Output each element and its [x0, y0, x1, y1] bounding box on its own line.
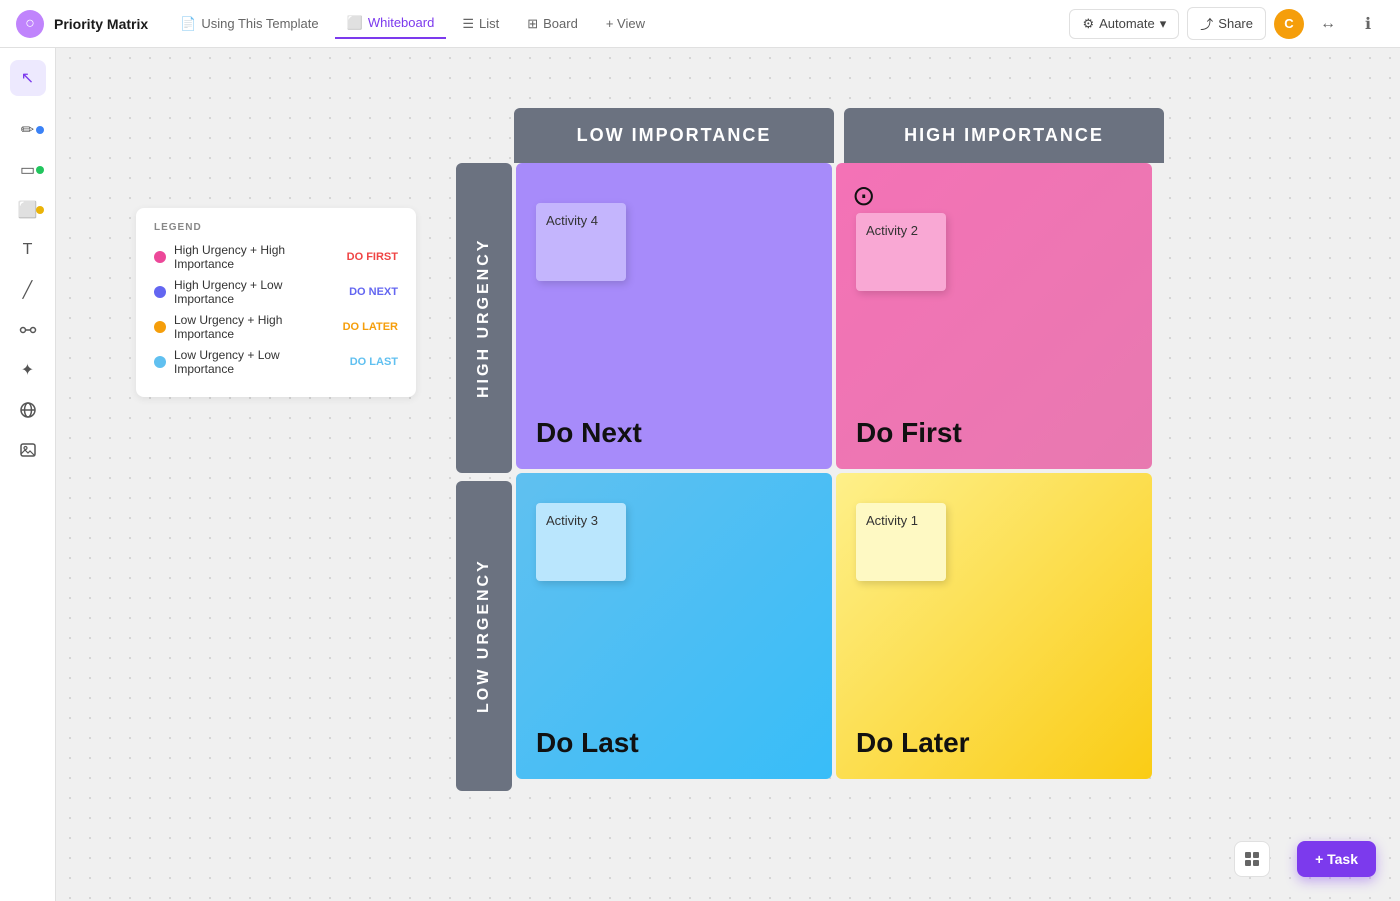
- grid-view-button[interactable]: [1234, 841, 1270, 877]
- shapes-tool[interactable]: ▭: [10, 152, 46, 188]
- tab-whiteboard[interactable]: ⬜ Whiteboard: [335, 9, 447, 39]
- info-button[interactable]: ℹ: [1352, 8, 1384, 40]
- quadrant-do-next[interactable]: Activity 4 Do Next: [516, 163, 832, 469]
- legend-dot-do-last: [154, 356, 166, 368]
- nav-right-actions: ⚙ Automate ▾ ⤴ Share C ↔ ℹ: [1069, 7, 1384, 40]
- left-toolbar: ↖ ✏ ▭ ⬜ T ╱ ✦: [0, 48, 56, 901]
- quadrant-label-do-first: Do First: [856, 417, 962, 449]
- list-icon: ☰: [462, 16, 474, 32]
- tab-list[interactable]: ☰ List: [450, 10, 511, 38]
- connect-tool[interactable]: [10, 312, 46, 348]
- magic-tool[interactable]: ✦: [10, 352, 46, 388]
- sticky-activity4[interactable]: Activity 4: [536, 203, 626, 281]
- sticky-tool[interactable]: ⬜: [10, 192, 46, 228]
- quadrant-label-do-last: Do Last: [536, 727, 639, 759]
- legend-box: LEGEND High Urgency + High Importance DO…: [136, 208, 416, 397]
- legend-dot-do-next: [154, 286, 166, 298]
- avatar[interactable]: C: [1274, 9, 1304, 39]
- image-tool[interactable]: [10, 432, 46, 468]
- quadrant-do-last[interactable]: Activity 3 Do Last: [516, 473, 832, 779]
- add-task-button[interactable]: + Task: [1297, 841, 1376, 877]
- col-header-low-importance: LOW IMPORTANCE: [514, 108, 834, 163]
- line-tool[interactable]: ╱: [10, 272, 46, 308]
- app-logo: ○: [16, 10, 44, 38]
- legend-item-do-later: Low Urgency + High Importance DO LATER: [154, 313, 398, 341]
- sticky-activity2[interactable]: Activity 2: [856, 213, 946, 291]
- project-title: Priority Matrix: [54, 16, 148, 32]
- alert-icon: ⊙: [852, 179, 875, 212]
- whiteboard-icon: ⬜: [347, 15, 363, 31]
- quadrant-do-later[interactable]: Activity 1 Do Later: [836, 473, 1152, 779]
- template-icon: 📄: [180, 16, 196, 32]
- globe-tool[interactable]: [10, 392, 46, 428]
- share-icon: ⤴: [1200, 14, 1213, 33]
- column-headers: LOW IMPORTANCE HIGH IMPORTANCE: [512, 108, 1166, 163]
- chevron-down-icon: ▾: [1160, 16, 1167, 32]
- col-header-high-importance: HIGH IMPORTANCE: [844, 108, 1164, 163]
- sticky-dot: [36, 206, 44, 214]
- quadrant-label-do-next: Do Next: [536, 417, 642, 449]
- canvas[interactable]: LEGEND High Urgency + High Importance DO…: [56, 48, 1400, 901]
- sticky-activity1[interactable]: Activity 1: [856, 503, 946, 581]
- quadrants: Activity 4 Do Next ⊙ Activity 2 Do First: [516, 163, 1152, 795]
- top-quadrant-row: Activity 4 Do Next ⊙ Activity 2 Do First: [516, 163, 1152, 469]
- row-labels: HIGH URGENCY LOW URGENCY: [456, 163, 512, 795]
- quadrant-label-do-later: Do Later: [856, 727, 970, 759]
- automate-button[interactable]: ⚙ Automate ▾: [1069, 9, 1179, 39]
- tab-add-view[interactable]: + View: [594, 10, 657, 37]
- fit-view-button[interactable]: ↔: [1312, 8, 1344, 40]
- row-label-low-urgency: LOW URGENCY: [456, 481, 512, 791]
- automate-icon: ⚙: [1082, 16, 1094, 32]
- matrix-grid: HIGH URGENCY LOW URGENCY Activity 4: [456, 163, 1166, 795]
- priority-matrix: LOW IMPORTANCE HIGH IMPORTANCE HIGH URGE…: [456, 108, 1166, 795]
- bottom-quadrant-row: Activity 3 Do Last Activity 1 Do Later: [516, 473, 1152, 779]
- board-icon: ⊞: [527, 16, 538, 32]
- main-area: ↖ ✏ ▭ ⬜ T ╱ ✦: [0, 48, 1400, 901]
- shapes-dot: [36, 166, 44, 174]
- sticky-activity3[interactable]: Activity 3: [536, 503, 626, 581]
- top-navigation: ○ Priority Matrix 📄 Using This Template …: [0, 0, 1400, 48]
- legend-item-do-next: High Urgency + Low Importance DO NEXT: [154, 278, 398, 306]
- text-tool[interactable]: T: [10, 232, 46, 268]
- share-button[interactable]: ⤴ Share: [1187, 7, 1266, 40]
- legend-item-do-last: Low Urgency + Low Importance DO LAST: [154, 348, 398, 376]
- row-label-high-urgency: HIGH URGENCY: [456, 163, 512, 473]
- legend-item-do-first: High Urgency + High Importance DO FIRST: [154, 243, 398, 271]
- legend-dot-do-later: [154, 321, 166, 333]
- pen-dot: [36, 126, 44, 134]
- legend-dot-do-first: [154, 251, 166, 263]
- legend-title: LEGEND: [154, 222, 398, 233]
- quadrant-do-first[interactable]: ⊙ Activity 2 Do First: [836, 163, 1152, 469]
- tab-board[interactable]: ⊞ Board: [515, 10, 590, 38]
- cursor-tool[interactable]: ↖: [10, 60, 46, 96]
- tab-using-this-template[interactable]: 📄 Using This Template: [168, 10, 331, 38]
- pen-tool[interactable]: ✏: [10, 112, 46, 148]
